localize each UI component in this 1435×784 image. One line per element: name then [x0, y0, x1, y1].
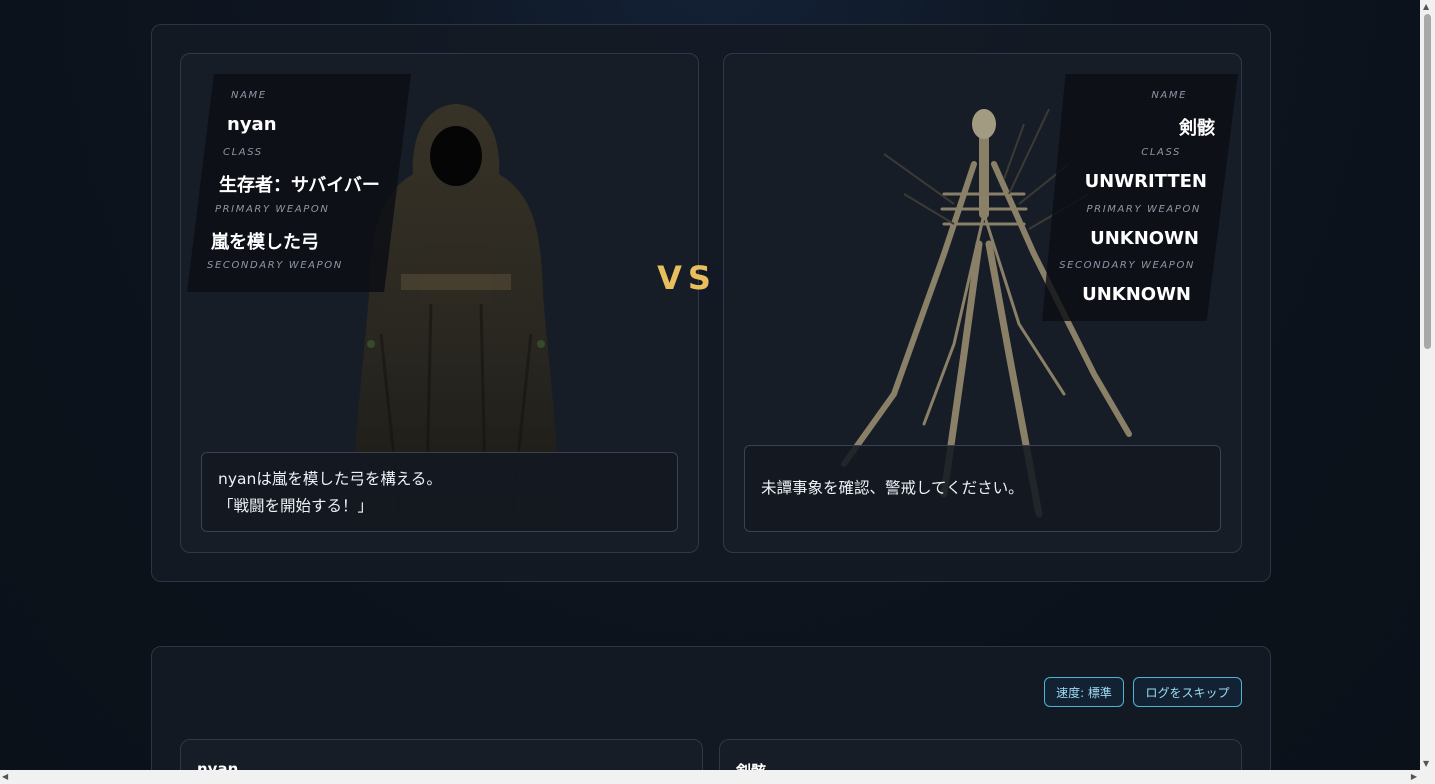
skip-log-button[interactable]: ログをスキップ [1133, 677, 1242, 707]
enemy-secondary-weapon: UNKNOWN [1082, 284, 1191, 305]
enemy-primary-weapon: UNKNOWN [1090, 228, 1199, 249]
player-card: NAME nyan CLASS 生存者：サバイバー PRIMARY WEAPON… [180, 53, 699, 553]
scroll-down-icon[interactable]: ▼ [1423, 759, 1429, 768]
enemy-speech-box: 未譚事象を確認、警戒してください。 [744, 445, 1221, 532]
battle-log-panel: 速度: 標準 ログをスキップ nyan 剣骸 [151, 646, 1271, 784]
horizontal-scrollbar[interactable]: ◀ ▶ [0, 770, 1435, 784]
player-speech-line-1: nyanは嵐を模した弓を構える。 [218, 470, 442, 488]
vertical-scroll-thumb[interactable] [1424, 14, 1431, 349]
player-class-label: CLASS [223, 147, 263, 158]
enemy-primary-weapon-label: PRIMARY WEAPON [1086, 204, 1201, 215]
scroll-left-icon[interactable]: ◀ [2, 772, 8, 781]
player-speech-line-2: 「戦闘を開始する！」 [218, 497, 374, 515]
vertical-scrollbar[interactable]: ▲ ▼ [1420, 0, 1435, 770]
enemy-class: UNWRITTEN [1084, 171, 1207, 192]
enemy-class-label: CLASS [1141, 147, 1181, 158]
player-name: nyan [227, 114, 277, 135]
battle-panel: NAME nyan CLASS 生存者：サバイバー PRIMARY WEAPON… [151, 24, 1271, 582]
vs-label: VS [657, 259, 717, 297]
enemy-card: NAME 剣骸 CLASS UNWRITTEN PRIMARY WEAPON U… [723, 53, 1242, 553]
player-speech-box: nyanは嵐を模した弓を構える。 「戦闘を開始する！」 [201, 452, 678, 532]
player-primary-weapon: 嵐を模した弓 [211, 232, 319, 253]
player-class: 生存者：サバイバー [219, 175, 380, 196]
scroll-right-icon[interactable]: ▶ [1411, 772, 1417, 781]
player-primary-weapon-label: PRIMARY WEAPON [215, 204, 330, 215]
player-name-label: NAME [231, 90, 267, 101]
scroll-up-icon[interactable]: ▲ [1423, 2, 1429, 11]
enemy-secondary-weapon-label: SECONDARY WEAPON [1059, 260, 1195, 271]
enemy-name: 剣骸 [1179, 118, 1215, 139]
enemy-name-label: NAME [1151, 90, 1187, 101]
player-secondary-weapon-label: SECONDARY WEAPON [207, 260, 343, 271]
enemy-speech-text: 未譚事象を確認、警戒してください。 [761, 479, 1024, 497]
speed-button[interactable]: 速度: 標準 [1044, 677, 1124, 707]
